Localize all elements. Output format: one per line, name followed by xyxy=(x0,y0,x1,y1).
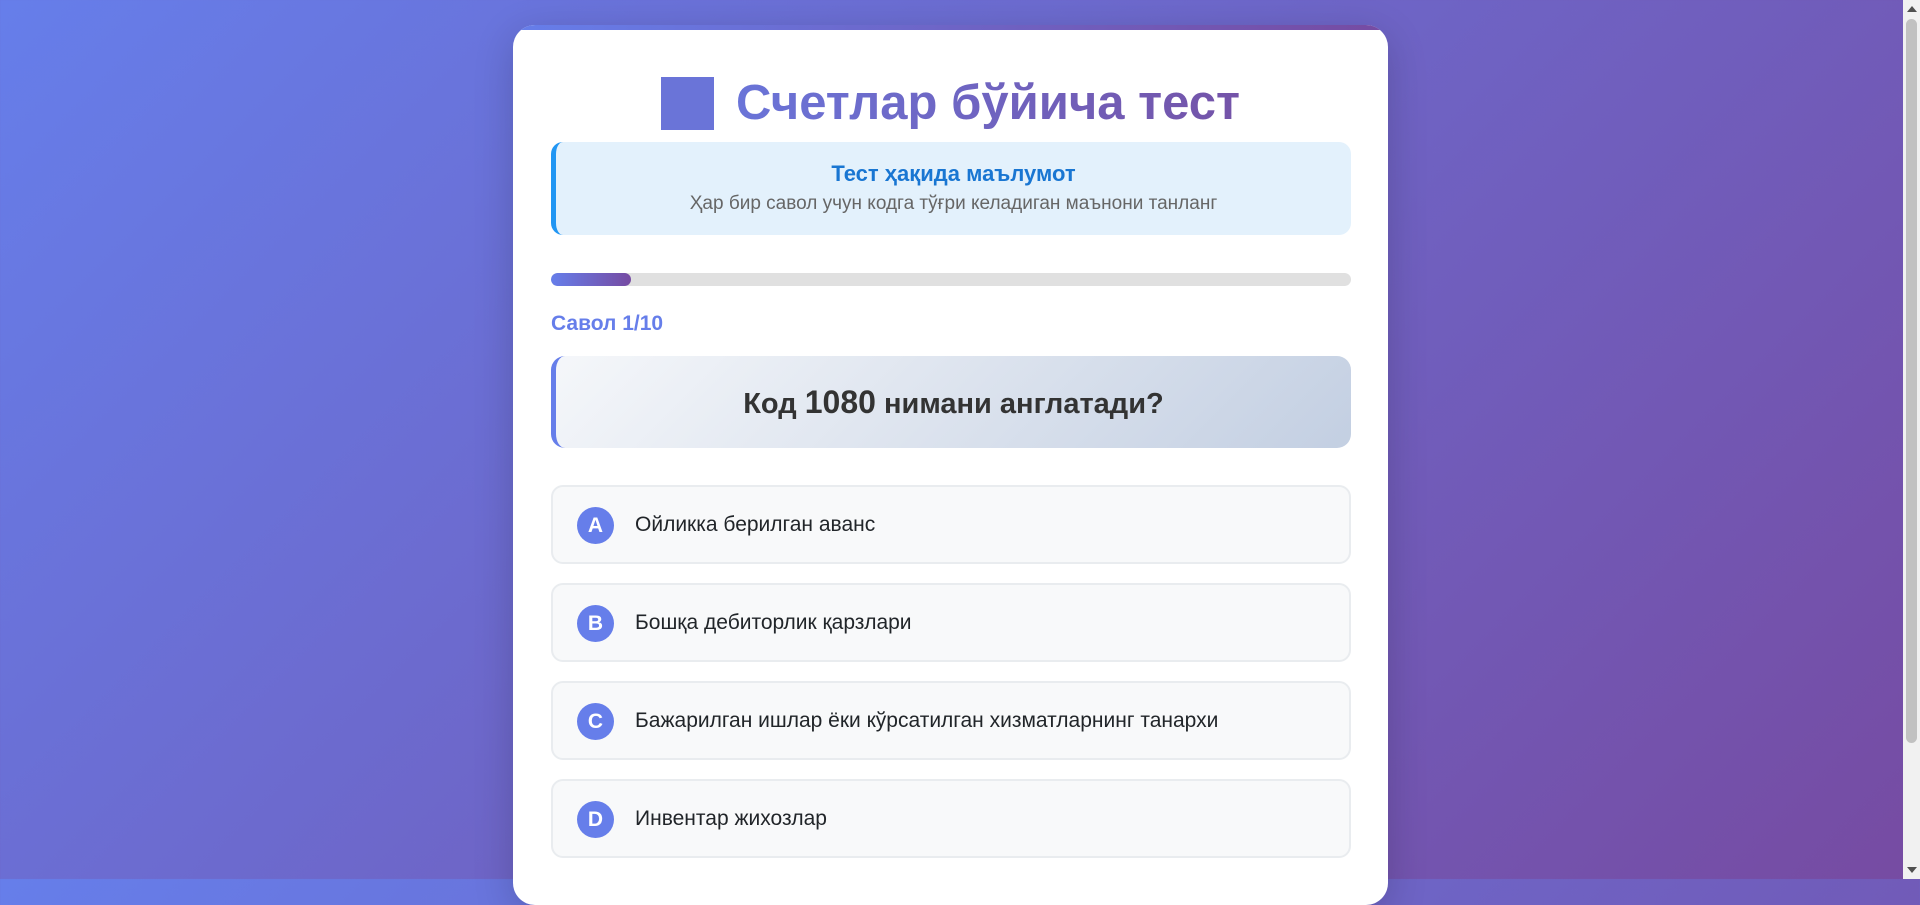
option-letter-badge: A xyxy=(577,507,614,544)
option-label: Бошқа дебиторлик қарзлари xyxy=(635,611,912,634)
option-label: Инвентар жихозлар xyxy=(635,807,827,830)
option-label: Бажарилган ишлар ёки кўрсатилган хизматл… xyxy=(635,709,1219,732)
option-b-button[interactable]: B Бошқа дебиторлик қарзлари xyxy=(551,583,1351,662)
page-title: Счетлар бўйича тест xyxy=(513,73,1388,133)
question-code: 1080 xyxy=(804,383,876,420)
question-counter: Савол 1/10 xyxy=(551,312,664,335)
option-letter-badge: B xyxy=(577,605,614,642)
question-suffix: нимани англатади? xyxy=(883,387,1164,420)
quiz-card: Счетлар бўйича тест Тест ҳақида маълумот… xyxy=(513,25,1388,905)
info-title: Тест ҳақида маълумот xyxy=(831,161,1076,186)
question-text: Код 1080 нимани англатади? xyxy=(743,384,1164,421)
option-c-button[interactable]: C Бажарилган ишлар ёки кўрсатилган хизма… xyxy=(551,681,1351,760)
scroll-down-arrow-icon[interactable] xyxy=(1907,867,1917,873)
page-title-text: Счетлар бўйича тест xyxy=(736,76,1240,130)
option-letter-badge: C xyxy=(577,703,614,740)
progress-bar-fill xyxy=(551,273,631,286)
page-scrollbar[interactable] xyxy=(1903,0,1920,879)
option-a-button[interactable]: A Ойликка берилган аванс xyxy=(551,485,1351,564)
option-label: Ойликка берилган аванс xyxy=(635,513,876,536)
card-top-accent xyxy=(513,25,1388,30)
question-box: Код 1080 нимани англатади? xyxy=(551,356,1351,448)
option-letter-badge: D xyxy=(577,801,614,838)
question-prefix: Код xyxy=(743,387,797,420)
info-text: Ҳар бир савол учун кодга тўғри келадиган… xyxy=(689,193,1218,214)
scrollbar-thumb[interactable] xyxy=(1906,19,1917,743)
scroll-up-arrow-icon[interactable] xyxy=(1907,6,1917,12)
option-d-button[interactable]: D Инвентар жихозлар xyxy=(551,779,1351,858)
blue-square-icon xyxy=(661,76,714,130)
progress-bar xyxy=(551,273,1351,286)
info-box: Тест ҳақида маълумот Ҳар бир савол учун … xyxy=(551,142,1351,235)
